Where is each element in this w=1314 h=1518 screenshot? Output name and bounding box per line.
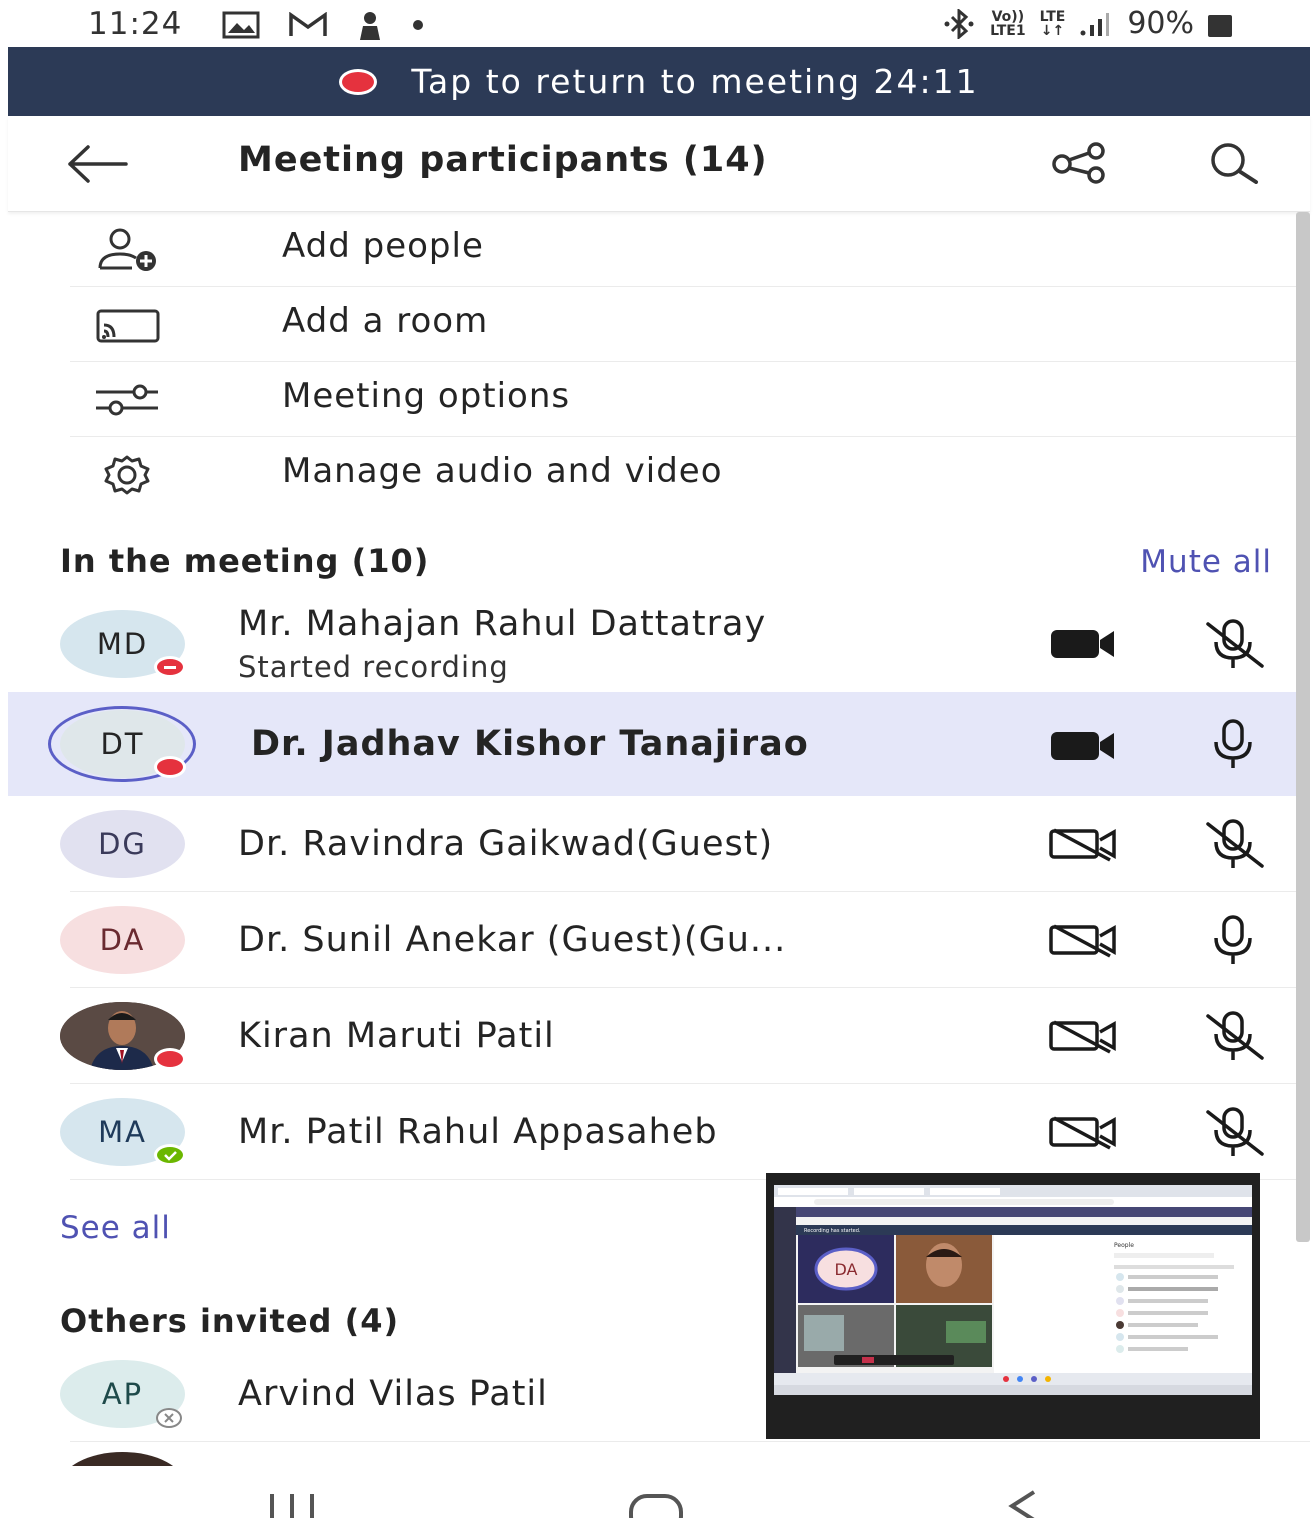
camera-off-icon[interactable] bbox=[1048, 922, 1118, 958]
manage-audio-video-action[interactable]: Manage audio and video bbox=[70, 437, 1310, 512]
back-arrow-icon[interactable] bbox=[66, 144, 128, 184]
action-label: Add a room bbox=[282, 301, 489, 341]
pip-panel-title: People bbox=[1114, 1242, 1134, 1249]
gallery-icon bbox=[222, 11, 260, 39]
bluetooth-icon bbox=[944, 8, 974, 39]
battery-percent: 90% bbox=[1127, 6, 1194, 41]
camera-off-icon[interactable] bbox=[1048, 1114, 1118, 1150]
mic-muted-icon[interactable] bbox=[1202, 1106, 1266, 1158]
pip-tile-initials: DA bbox=[835, 1260, 858, 1279]
mic-on-icon[interactable] bbox=[1202, 914, 1266, 966]
busy-status-icon bbox=[154, 756, 186, 778]
back-nav-icon[interactable] bbox=[1002, 1486, 1042, 1518]
participant-name: Kiran Maruti Patil bbox=[238, 1016, 555, 1056]
app-header: Meeting participants (14) bbox=[8, 116, 1310, 212]
mic-muted-icon[interactable] bbox=[1202, 618, 1266, 670]
busy-status-icon bbox=[154, 1048, 186, 1070]
dot-icon bbox=[413, 20, 423, 30]
mic-on-icon[interactable] bbox=[1202, 718, 1266, 770]
return-to-meeting-banner[interactable]: Tap to return to meeting 24:11 bbox=[8, 47, 1310, 116]
recents-nav-icon[interactable] bbox=[266, 1488, 320, 1518]
lte-indicator: LTE ↓↑ bbox=[1039, 8, 1066, 39]
participant-row[interactable]: MA Mr. Patil Rahul Appasaheb bbox=[8, 1084, 1310, 1180]
pip-screen: DA People Recording has started. bbox=[774, 1185, 1252, 1385]
system-nav-bar bbox=[0, 1466, 1314, 1518]
home-nav-icon[interactable] bbox=[626, 1488, 686, 1518]
see-all-link[interactable]: See all bbox=[60, 1210, 171, 1246]
battery-icon bbox=[1208, 14, 1232, 37]
participant-subtitle: Started recording bbox=[238, 650, 509, 684]
share-icon[interactable] bbox=[1048, 142, 1112, 184]
mic-muted-icon[interactable] bbox=[1202, 818, 1266, 870]
participant-row[interactable]: DA Dr. Sunil Anekar (Guest)(Gu... bbox=[8, 892, 1310, 988]
avatar-partial bbox=[60, 1452, 185, 1466]
scrollbar[interactable] bbox=[1296, 212, 1310, 1242]
action-label: Add people bbox=[282, 226, 484, 266]
action-label: Meeting options bbox=[282, 376, 571, 416]
pip-recording-notice: Recording has started. bbox=[804, 1228, 861, 1234]
participant-name: Mr. Mahajan Rahul Dattatray bbox=[238, 604, 767, 644]
add-room-action[interactable]: Add a room bbox=[70, 287, 1310, 362]
camera-on-icon[interactable] bbox=[1048, 626, 1118, 662]
participant-row[interactable]: Kiran Maruti Patil bbox=[8, 988, 1310, 1084]
avatar: DA bbox=[60, 906, 185, 974]
camera-off-icon[interactable] bbox=[1048, 1018, 1118, 1054]
camera-off-icon[interactable] bbox=[1048, 826, 1118, 862]
in-meeting-title: In the meeting (10) bbox=[60, 542, 430, 580]
pip-taskbar bbox=[774, 1385, 1252, 1395]
person-icon bbox=[360, 12, 380, 40]
search-icon[interactable] bbox=[1202, 142, 1266, 184]
participant-name: Dr. Ravindra Gaikwad(Guest) bbox=[238, 824, 774, 864]
declined-status-icon bbox=[156, 1408, 182, 1428]
meeting-pip-window[interactable]: DA People Recording has started. bbox=[766, 1173, 1260, 1439]
status-bar: 11:24 Vo)) LTE1 LTE ↓↑ 90% bbox=[0, 0, 1314, 47]
others-invited-title: Others invited (4) bbox=[60, 1302, 400, 1340]
status-time: 11:24 bbox=[88, 6, 183, 42]
pip-screen-content: DA People Recording has started. bbox=[774, 1185, 1252, 1385]
action-label: Manage audio and video bbox=[282, 451, 723, 491]
participant-row[interactable]: DG Dr. Ravindra Gaikwad(Guest) bbox=[8, 796, 1310, 892]
recording-dot-icon bbox=[339, 68, 378, 95]
gear-icon bbox=[104, 455, 150, 495]
participant-row[interactable]: DT Dr. Jadhav Kishor Tanajirao bbox=[8, 692, 1310, 796]
participant-name: Dr. Sunil Anekar (Guest)(Gu... bbox=[238, 920, 787, 960]
mic-muted-icon[interactable] bbox=[1202, 1010, 1266, 1062]
sliders-icon bbox=[96, 384, 158, 416]
participant-name: Mr. Patil Rahul Appasaheb bbox=[238, 1112, 718, 1152]
participant-row[interactable]: MD Mr. Mahajan Rahul Dattatray Started r… bbox=[8, 596, 1310, 692]
signal-icon bbox=[1080, 12, 1110, 36]
add-person-icon bbox=[98, 228, 156, 271]
page-title: Meeting participants (14) bbox=[238, 140, 768, 180]
volte-indicator: Vo)) LTE1 bbox=[990, 8, 1026, 39]
participant-name: Arvind Vilas Patil bbox=[238, 1374, 548, 1414]
gmail-icon bbox=[289, 12, 327, 36]
avatar: DG bbox=[60, 810, 185, 878]
banner-text: Tap to return to meeting 24:11 bbox=[411, 62, 979, 101]
busy-status-icon bbox=[154, 656, 186, 678]
status-right: Vo)) LTE1 LTE ↓↑ 90% bbox=[942, 6, 1232, 41]
add-people-action[interactable]: Add people bbox=[70, 212, 1310, 287]
notification-icons bbox=[222, 10, 424, 40]
row-divider bbox=[70, 1441, 1310, 1442]
cast-icon bbox=[96, 309, 160, 343]
participant-name: Dr. Jadhav Kishor Tanajirao bbox=[251, 724, 809, 764]
camera-on-icon[interactable] bbox=[1048, 728, 1118, 764]
mute-all-button[interactable]: Mute all bbox=[1140, 544, 1272, 580]
available-status-icon bbox=[154, 1144, 186, 1166]
meeting-options-action[interactable]: Meeting options bbox=[70, 362, 1310, 437]
